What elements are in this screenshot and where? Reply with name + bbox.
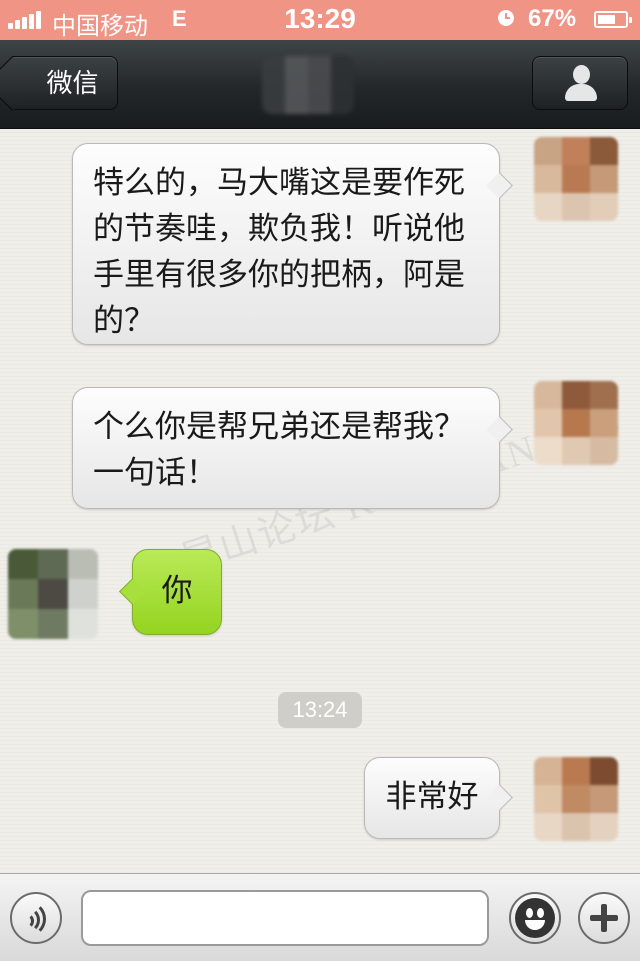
avatar[interactable] xyxy=(534,757,618,841)
avatar[interactable] xyxy=(534,381,618,465)
timestamp-label: 13:24 xyxy=(278,692,362,728)
back-arrow-icon xyxy=(0,55,41,112)
message-text: 个么你是帮兄弟还是帮我？一句话！ xyxy=(93,409,465,491)
message-text-input[interactable] xyxy=(81,890,489,946)
contact-name-obscured xyxy=(262,56,354,114)
message-text: 你 xyxy=(161,573,193,609)
more-options-button[interactable] xyxy=(578,892,630,944)
message-bubble-sent[interactable]: 你 xyxy=(119,549,222,635)
battery-icon xyxy=(594,11,632,28)
avatar[interactable] xyxy=(534,137,618,221)
message-bubble-received[interactable]: 个么你是帮兄弟还是帮我？一句话！ xyxy=(72,387,513,509)
chat-profile-button[interactable] xyxy=(532,56,628,110)
emoji-button[interactable] xyxy=(509,892,561,944)
message-text: 非常好 xyxy=(385,779,479,815)
bubble-tail xyxy=(486,784,513,811)
back-button-label: 微信 xyxy=(46,69,99,99)
alarm-clock-icon xyxy=(498,10,514,26)
navigation-bar: 微信 xyxy=(0,40,640,129)
back-button[interactable]: 微信 xyxy=(0,55,118,112)
plus-icon xyxy=(590,904,618,932)
avatar[interactable] xyxy=(8,549,98,639)
status-bar: 中国移动 E 13:29 67% xyxy=(0,0,640,40)
voice-input-button[interactable] xyxy=(10,892,62,944)
person-icon xyxy=(565,65,597,101)
battery-level-fill xyxy=(598,15,615,24)
voice-icon xyxy=(26,901,48,937)
message-input-bar xyxy=(0,873,640,961)
battery-percentage: 67% xyxy=(528,5,577,32)
emoji-icon xyxy=(515,898,555,938)
message-bubble-received[interactable]: 非常好 xyxy=(364,757,513,839)
bubble-tail xyxy=(119,578,146,605)
chat-area[interactable]: 昆山论坛 KUNSHAN BBS 特么的，马大嘴这是要作死的节奏哇，欺负我！听说… xyxy=(0,129,640,873)
bubble-tail xyxy=(486,172,513,199)
message-bubble-received[interactable]: 特么的，马大嘴这是要作死的节奏哇，欺负我！听说他手里有很多你的把柄，阿是的？ xyxy=(72,143,513,345)
message-text: 特么的，马大嘴这是要作死的节奏哇，欺负我！听说他手里有很多你的把柄，阿是的？ xyxy=(93,165,465,339)
